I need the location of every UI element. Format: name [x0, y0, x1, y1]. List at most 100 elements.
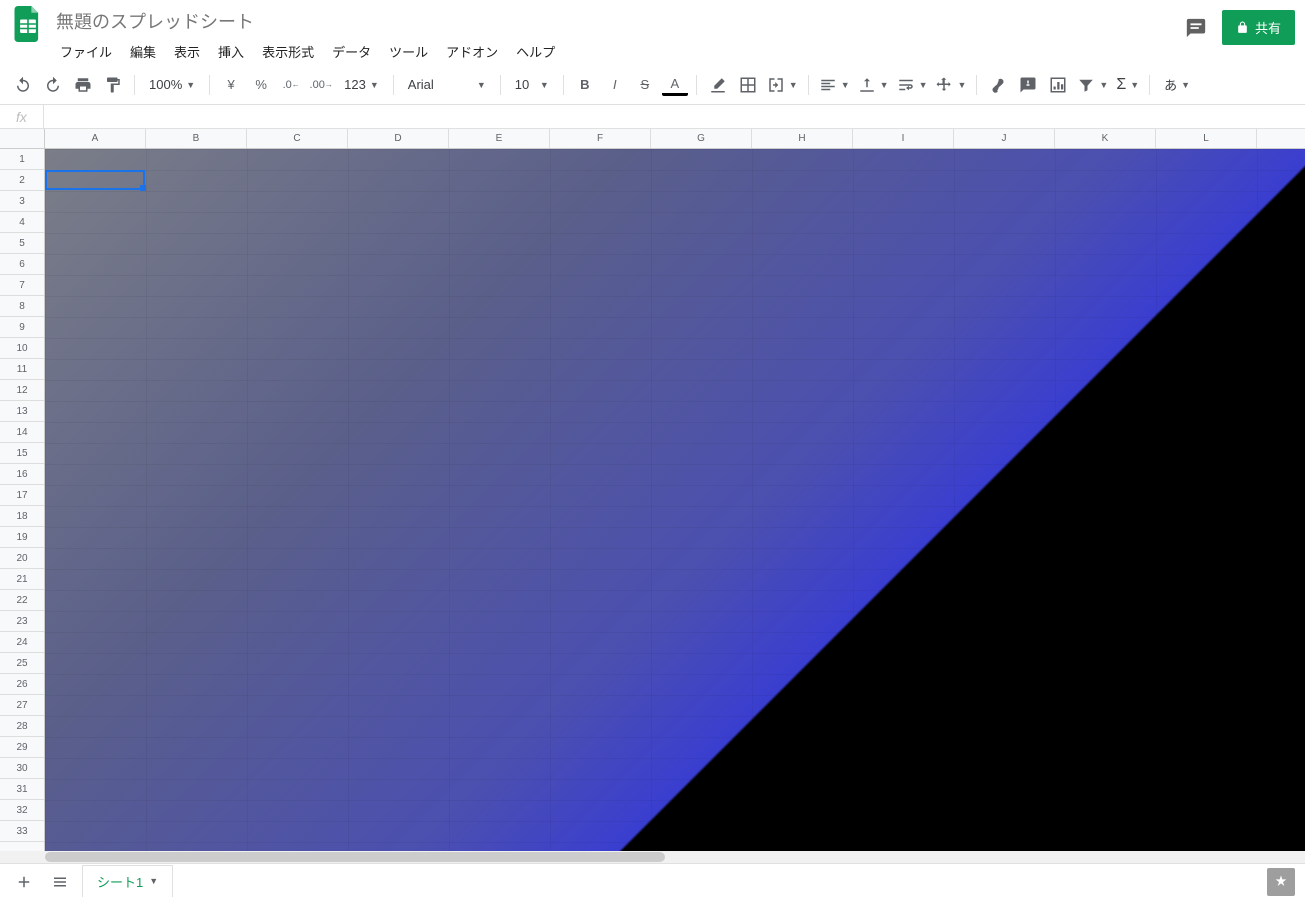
- row-header[interactable]: 24: [0, 632, 44, 653]
- bold-button[interactable]: B: [572, 72, 598, 98]
- row-header[interactable]: 10: [0, 338, 44, 359]
- column-header[interactable]: L: [1156, 129, 1257, 148]
- row-header[interactable]: 15: [0, 443, 44, 464]
- font-size-select[interactable]: 10▼: [509, 77, 555, 92]
- font-select[interactable]: Arial▼: [402, 77, 492, 92]
- cells-area[interactable]: [45, 149, 1305, 851]
- row-header[interactable]: 33: [0, 821, 44, 842]
- row-header[interactable]: 12: [0, 380, 44, 401]
- insert-chart-button[interactable]: [1045, 72, 1071, 98]
- percent-button[interactable]: %: [248, 72, 274, 98]
- selected-cell-outline[interactable]: [45, 170, 145, 190]
- menu-file[interactable]: ファイル: [52, 38, 120, 65]
- document-title[interactable]: 無題のスプレッドシート: [52, 6, 1182, 36]
- row-header[interactable]: 29: [0, 737, 44, 758]
- text-wrap-button[interactable]: ▼: [895, 76, 930, 94]
- insert-link-button[interactable]: [985, 72, 1011, 98]
- insert-comment-button[interactable]: [1015, 72, 1041, 98]
- redo-button[interactable]: [40, 72, 66, 98]
- more-formats-select[interactable]: 123▼: [338, 77, 385, 92]
- row-header[interactable]: 17: [0, 485, 44, 506]
- column-header[interactable]: J: [954, 129, 1055, 148]
- row-header[interactable]: 5: [0, 233, 44, 254]
- row-header[interactable]: 19: [0, 527, 44, 548]
- row-header[interactable]: 21: [0, 569, 44, 590]
- text-color-button[interactable]: A: [662, 74, 688, 96]
- column-header[interactable]: C: [247, 129, 348, 148]
- input-tools-button[interactable]: あ▼: [1158, 75, 1196, 94]
- row-header[interactable]: 27: [0, 695, 44, 716]
- row-header[interactable]: 3: [0, 191, 44, 212]
- column-header[interactable]: D: [348, 129, 449, 148]
- column-header[interactable]: I: [853, 129, 954, 148]
- column-header[interactable]: G: [651, 129, 752, 148]
- row-header[interactable]: 14: [0, 422, 44, 443]
- increase-decimal-button[interactable]: .00→: [308, 72, 334, 98]
- row-header[interactable]: 18: [0, 506, 44, 527]
- zoom-select[interactable]: 100%▼: [143, 77, 201, 92]
- column-header[interactable]: K: [1055, 129, 1156, 148]
- column-header[interactable]: E: [449, 129, 550, 148]
- row-header[interactable]: 6: [0, 254, 44, 275]
- currency-button[interactable]: ¥: [218, 72, 244, 98]
- row-header[interactable]: 26: [0, 674, 44, 695]
- borders-button[interactable]: [735, 72, 761, 98]
- row-header[interactable]: 16: [0, 464, 44, 485]
- all-sheets-button[interactable]: [46, 868, 74, 896]
- row-header[interactable]: 20: [0, 548, 44, 569]
- explore-button[interactable]: [1267, 868, 1295, 896]
- row-header[interactable]: 7: [0, 275, 44, 296]
- row-header[interactable]: 1: [0, 149, 44, 170]
- print-button[interactable]: [70, 72, 96, 98]
- menu-data[interactable]: データ: [324, 38, 379, 65]
- share-button[interactable]: 共有: [1222, 10, 1295, 45]
- row-header[interactable]: 11: [0, 359, 44, 380]
- sheets-logo[interactable]: [10, 6, 46, 42]
- row-header[interactable]: 8: [0, 296, 44, 317]
- menu-format[interactable]: 表示形式: [254, 38, 322, 65]
- italic-button[interactable]: I: [602, 72, 628, 98]
- menu-addons[interactable]: アドオン: [438, 38, 506, 65]
- formula-input[interactable]: [44, 109, 1305, 124]
- row-header[interactable]: 9: [0, 317, 44, 338]
- comments-button[interactable]: [1182, 14, 1210, 42]
- decrease-decimal-button[interactable]: .0←: [278, 72, 304, 98]
- menu-insert[interactable]: 挿入: [210, 38, 252, 65]
- menu-edit[interactable]: 編集: [122, 38, 164, 65]
- select-all-corner[interactable]: [0, 129, 45, 148]
- column-header[interactable]: H: [752, 129, 853, 148]
- row-header[interactable]: 23: [0, 611, 44, 632]
- undo-button[interactable]: [10, 72, 36, 98]
- horizontal-scrollbar[interactable]: [0, 851, 1305, 863]
- scrollbar-thumb[interactable]: [45, 852, 665, 862]
- menu-help[interactable]: ヘルプ: [508, 38, 563, 65]
- column-header[interactable]: B: [146, 129, 247, 148]
- dec-dec-label: .0: [283, 79, 292, 91]
- merge-cells-button[interactable]: ▼: [765, 76, 800, 94]
- column-header[interactable]: A: [45, 129, 146, 148]
- functions-button[interactable]: Σ▼: [1114, 76, 1141, 94]
- row-header[interactable]: 2: [0, 170, 44, 191]
- vertical-align-button[interactable]: ▼: [856, 76, 891, 94]
- right-arrow-icon: →: [325, 80, 333, 89]
- fill-color-button[interactable]: [705, 72, 731, 98]
- row-header[interactable]: 30: [0, 758, 44, 779]
- strikethrough-button[interactable]: S: [632, 72, 658, 98]
- filter-button[interactable]: ▼: [1075, 76, 1110, 94]
- row-header[interactable]: 4: [0, 212, 44, 233]
- row-header[interactable]: 32: [0, 800, 44, 821]
- sheet-tab[interactable]: シート1 ▼: [82, 865, 173, 897]
- text-rotate-button[interactable]: ▼: [933, 76, 968, 94]
- menu-tools[interactable]: ツール: [381, 38, 436, 65]
- row-header[interactable]: 13: [0, 401, 44, 422]
- menu-view[interactable]: 表示: [166, 38, 208, 65]
- grid-body[interactable]: 1234567891011121314151617181920212223242…: [0, 149, 1305, 851]
- add-sheet-button[interactable]: [10, 868, 38, 896]
- paint-format-button[interactable]: [100, 72, 126, 98]
- horizontal-align-button[interactable]: ▼: [817, 76, 852, 94]
- row-header[interactable]: 25: [0, 653, 44, 674]
- row-header[interactable]: 22: [0, 590, 44, 611]
- column-header[interactable]: F: [550, 129, 651, 148]
- row-header[interactable]: 28: [0, 716, 44, 737]
- row-header[interactable]: 31: [0, 779, 44, 800]
